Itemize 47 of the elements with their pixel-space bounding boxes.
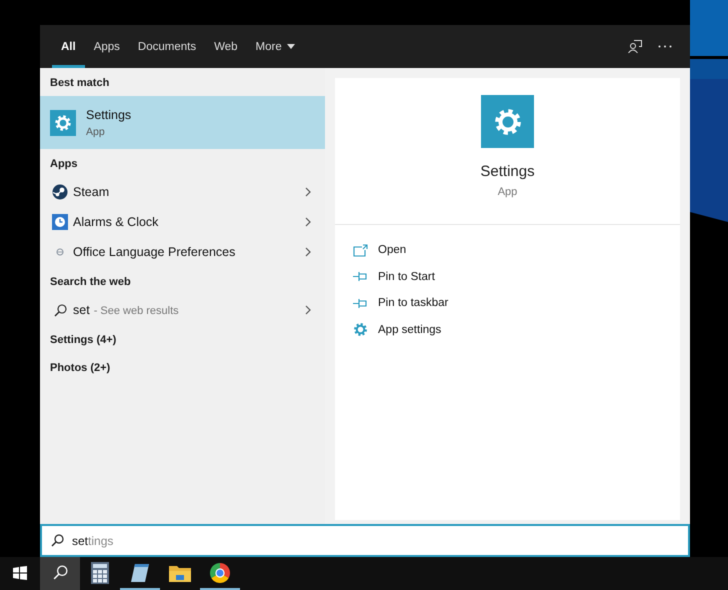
chrome-icon	[210, 562, 230, 582]
windows-icon	[13, 566, 27, 580]
folder-icon	[169, 564, 191, 582]
app-title: Settings	[480, 163, 535, 180]
more-icon	[658, 45, 672, 48]
filter-tab[interactable]: More	[246, 25, 304, 68]
pin-icon	[353, 298, 368, 309]
gear-icon	[353, 322, 368, 338]
search-text: set	[72, 534, 88, 548]
search-button[interactable]	[40, 557, 80, 590]
pin-icon	[353, 271, 368, 282]
section-heading[interactable]: Photos (2+)	[40, 353, 325, 381]
autocomplete-text: tings	[88, 534, 114, 548]
chevron-icon	[305, 187, 311, 197]
web-result[interactable]: set - See web results	[40, 295, 325, 325]
search-icon	[51, 534, 64, 547]
open-icon	[353, 244, 368, 257]
calculator-icon	[91, 562, 109, 584]
filter-tab[interactable]: Web	[205, 25, 247, 68]
clock-icon	[52, 214, 68, 230]
app-result[interactable]: Alarms & Clock	[40, 207, 325, 237]
action-item[interactable]: Open	[335, 237, 680, 264]
filter-tab[interactable]: Apps	[84, 25, 129, 68]
action-item[interactable]: Pin to taskbar	[335, 290, 680, 316]
search-icon	[54, 304, 66, 316]
section-heading: Best match	[49, 76, 110, 91]
app-type: App	[498, 186, 518, 198]
app-result[interactable]: Office Language Preferences	[40, 237, 325, 267]
section-heading[interactable]: Settings (4+)	[40, 325, 325, 353]
section-heading: Apps	[49, 157, 78, 172]
search-field[interactable]: settings	[40, 524, 690, 557]
person-icon	[628, 40, 642, 53]
chevron-icon	[305, 217, 311, 227]
action-item[interactable]: App settings	[335, 316, 680, 343]
chevron-icon	[305, 247, 311, 257]
globe-icon	[56, 248, 64, 256]
search-icon	[52, 565, 68, 580]
action-item[interactable]: Pin to Start	[335, 264, 680, 290]
settings-icon	[50, 110, 76, 136]
steam-icon	[52, 184, 68, 200]
section-heading: Search the web	[49, 275, 132, 290]
notepad-icon	[129, 562, 151, 582]
app-result[interactable]: Steam	[40, 177, 325, 207]
filter-tab[interactable]: Documents	[128, 25, 206, 68]
chevron-icon	[305, 305, 311, 315]
best-match-item[interactable]: Settings App	[40, 96, 325, 149]
settings-icon	[481, 95, 534, 148]
